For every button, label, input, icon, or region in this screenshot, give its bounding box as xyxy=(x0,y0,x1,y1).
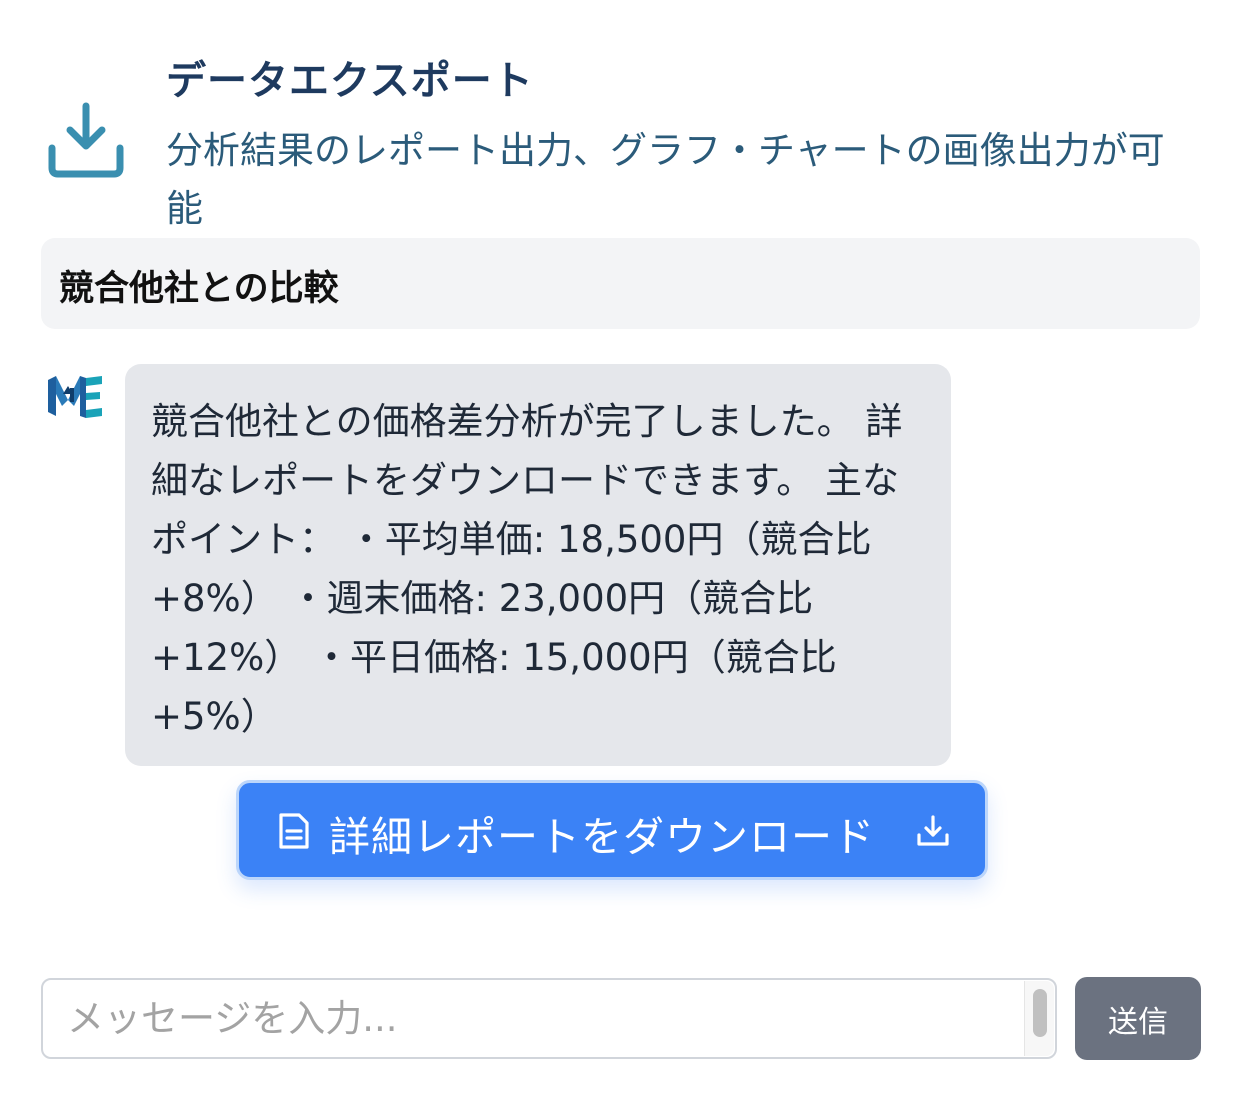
assistant-avatar xyxy=(48,376,102,418)
download-tray-icon xyxy=(48,102,124,178)
feature-title: データエクスポート xyxy=(166,58,534,104)
feature-description: 分析結果のレポート出力、グラフ・チャートの画像出力が可能 xyxy=(166,129,1165,230)
download-report-button[interactable]: 詳細レポートをダウンロード xyxy=(236,780,988,880)
scrollbar-thumb[interactable] xyxy=(1033,989,1047,1037)
feature-card: データエクスポート 分析結果のレポート出力、グラフ・チャートの画像出力が可能 xyxy=(40,40,1200,240)
section-header: 競合他社との比較 xyxy=(41,238,1200,329)
message-input[interactable] xyxy=(41,978,1057,1059)
download-icon xyxy=(917,815,949,846)
assistant-message-text: 競合他社との価格差分析が完了しました。 詳細なレポートをダウンロードできます。 … xyxy=(151,400,903,738)
document-icon xyxy=(279,813,309,849)
assistant-message-bubble: 競合他社との価格差分析が完了しました。 詳細なレポートをダウンロードできます。 … xyxy=(125,364,951,766)
chat-page: データエクスポート 分析結果のレポート出力、グラフ・チャートの画像出力が可能 競… xyxy=(0,0,1234,1096)
download-button-label: 詳細レポートをダウンロード xyxy=(329,813,875,861)
input-scrollbar[interactable] xyxy=(1024,981,1054,1056)
send-button[interactable]: 送信 xyxy=(1075,977,1201,1060)
section-title: 競合他社との比較 xyxy=(59,269,339,309)
